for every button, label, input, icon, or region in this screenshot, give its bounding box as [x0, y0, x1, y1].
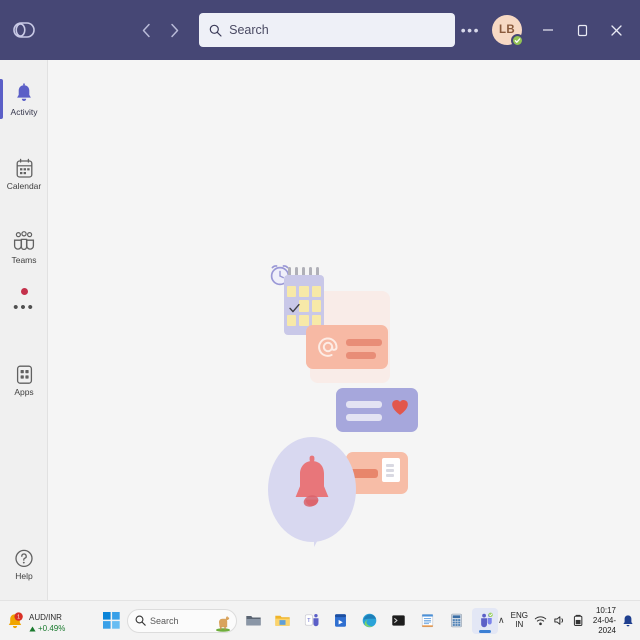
clock-and-date[interactable]: 10:17 24-04-2024: [591, 606, 616, 636]
chevron-left-icon: [142, 23, 150, 37]
activity-empty-state-illustration: [262, 255, 432, 565]
more-apps-icon: •••: [13, 298, 35, 316]
notification-badge-icon: 1: [6, 611, 24, 630]
bell-icon: [295, 455, 329, 507]
sidebar-item-help[interactable]: Help: [0, 534, 48, 592]
sidebar-item-apps[interactable]: Apps: [0, 350, 48, 408]
taskbar-app-folder[interactable]: [269, 608, 295, 634]
speech-bubble-tail: [314, 525, 326, 547]
taskbar-app-teams-personal[interactable]: T: [298, 608, 324, 634]
minimize-button[interactable]: [532, 11, 564, 49]
taskbar-app-area: Search T: [98, 607, 499, 634]
question-circle-icon: [14, 545, 34, 569]
back-button[interactable]: [135, 17, 157, 43]
bell-icon: [14, 81, 34, 105]
taskbar-time: 10:17: [595, 605, 616, 615]
sidebar-item-label: Calendar: [6, 181, 42, 192]
system-tray: ∧ ENG IN 10:17 24-04-2024: [498, 606, 640, 636]
tray-overflow-button[interactable]: ∧: [498, 615, 505, 626]
search-input[interactable]: Search: [229, 23, 269, 37]
teams-logo-icon: [0, 19, 47, 41]
widget-title: AUD/INR: [29, 612, 62, 622]
taskbar-app-notepad[interactable]: [414, 608, 440, 634]
svg-text:T: T: [307, 618, 311, 624]
sidebar-item-label: Teams: [11, 255, 37, 266]
taskbar-date: 24-04-2024: [592, 615, 616, 635]
heart-icon: [392, 400, 408, 415]
sidebar-item-label: Activity: [10, 107, 38, 118]
reaction-text-line: [346, 414, 382, 421]
sidebar-item-calendar[interactable]: Calendar: [0, 144, 48, 202]
activity-feed-empty-state: [48, 60, 640, 600]
triangle-up-icon: [29, 626, 36, 632]
presence-available-icon: [511, 34, 524, 47]
close-icon: [610, 24, 622, 36]
speaker-icon[interactable]: [553, 614, 566, 628]
microsoft-teams-icon: [480, 612, 493, 628]
search-icon: [135, 615, 146, 626]
windows-search-box[interactable]: Search: [127, 608, 238, 633]
document-icon: [382, 458, 400, 482]
calculator-icon: [450, 613, 462, 628]
navigation-arrows: [135, 17, 185, 43]
close-button[interactable]: [600, 11, 632, 49]
settings-more-button[interactable]: •••: [455, 22, 486, 38]
wifi-icon[interactable]: [534, 614, 547, 628]
llama-icon: [214, 614, 232, 632]
calendar-check-icon: [289, 303, 300, 316]
teams-icon: [12, 229, 36, 253]
windows-logo-icon: [102, 612, 120, 629]
battery-icon[interactable]: [572, 614, 585, 628]
microsoft-edge-icon: [362, 613, 376, 628]
file-explorer-icon: [245, 615, 261, 626]
maximize-restore-button[interactable]: [566, 11, 598, 49]
notepad-icon: [421, 614, 433, 628]
widget-text: AUD/INR +0.49%: [29, 608, 65, 633]
taskbar-app-microsoft-teams[interactable]: [472, 607, 499, 634]
chevron-right-icon: [170, 23, 178, 37]
teams-personal-icon: T: [304, 613, 319, 627]
sidebar-item-label: Apps: [14, 387, 34, 398]
at-symbol-icon: [318, 337, 338, 357]
sidebar-item-teams[interactable]: Teams: [0, 218, 48, 276]
notifications-bell-icon[interactable]: [622, 613, 634, 629]
start-button[interactable]: [98, 608, 124, 634]
mention-text-line: [346, 339, 382, 346]
sidebar-item-activity[interactable]: Activity: [0, 70, 48, 128]
widget-change: +0.49%: [29, 624, 65, 633]
title-bar-right-controls: ••• LB: [455, 11, 640, 49]
teams-app-window: Search ••• LB Activity Calendar Teams ••…: [0, 0, 640, 640]
title-bar: Search ••• LB: [0, 0, 640, 60]
taskbar-app-calculator[interactable]: [443, 608, 469, 634]
microsoft-store-icon: [334, 614, 346, 627]
language-indicator[interactable]: ENG IN: [511, 611, 528, 630]
sidebar-item-label: Help: [15, 571, 33, 582]
search-icon: [209, 24, 222, 37]
sidebar-bottom-section: Help: [0, 534, 48, 592]
search-bar[interactable]: Search: [199, 13, 455, 47]
taskbar-app-file-explorer[interactable]: [240, 608, 266, 634]
windows-search-input[interactable]: Search: [150, 616, 179, 626]
taskbar-app-microsoft-store[interactable]: [327, 608, 353, 634]
minimize-icon: [543, 29, 553, 31]
svg-text:1: 1: [17, 614, 20, 620]
taskbar-widget-stock[interactable]: 1 AUD/INR +0.49%: [0, 608, 98, 633]
reaction-text-line: [346, 401, 382, 408]
left-navigation-rail: Activity Calendar Teams ••• Apps Help: [0, 60, 48, 600]
taskbar-app-microsoft-edge[interactable]: [356, 608, 382, 634]
folder-icon: [274, 615, 290, 626]
notification-badge-icon: [20, 288, 28, 295]
calendar-icon: [15, 155, 34, 179]
taskbar-app-terminal[interactable]: [385, 608, 411, 634]
apps-grid-icon: [15, 361, 34, 385]
terminal-icon: [391, 615, 405, 626]
restore-icon: [577, 24, 587, 36]
mention-text-line: [346, 352, 376, 359]
windows-taskbar: 1 AUD/INR +0.49% Search T ∧ ENG IN 10:17…: [0, 600, 640, 640]
forward-button[interactable]: [163, 17, 185, 43]
avatar[interactable]: LB: [492, 15, 524, 47]
sidebar-item-more[interactable]: •••: [0, 286, 48, 328]
